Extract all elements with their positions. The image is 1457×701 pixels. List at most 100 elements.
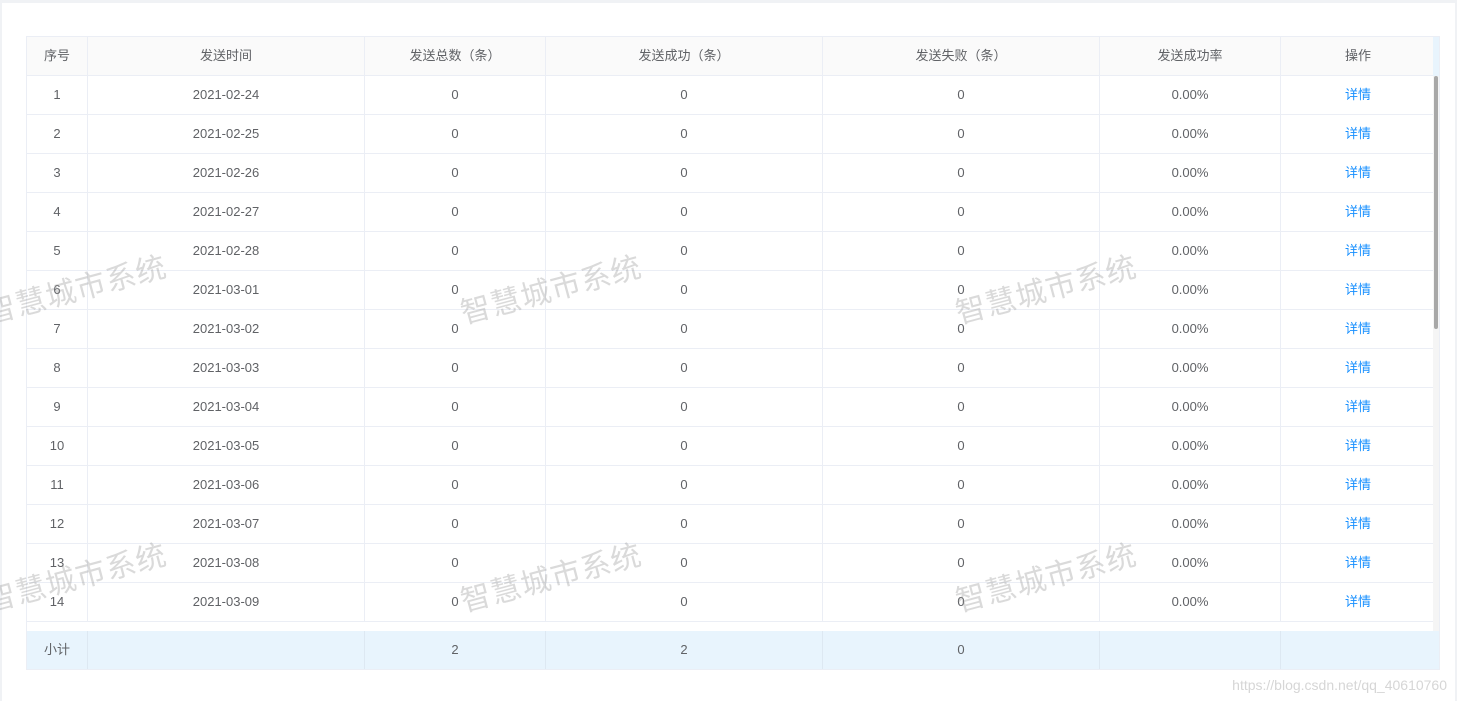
cell-action: 详情: [1281, 505, 1435, 544]
statistics-table: 序号 发送时间 发送总数（条） 发送成功（条） 发送失败（条） 发送成功率 操作…: [26, 36, 1440, 670]
cell-action: 详情: [1281, 115, 1435, 154]
cell-success: 0: [546, 310, 823, 349]
table-row: 5 2021-02-28 0 0 0 0.00% 详情: [27, 232, 1435, 271]
cell-index: 13: [27, 544, 88, 583]
cell-index: 7: [27, 310, 88, 349]
cell-action: 详情: [1281, 232, 1435, 271]
cell-success: 0: [546, 154, 823, 193]
cell-rate: 0.00%: [1100, 76, 1281, 115]
detail-link[interactable]: 详情: [1345, 516, 1371, 531]
detail-link[interactable]: 详情: [1345, 126, 1371, 141]
cell-success: 0: [546, 232, 823, 271]
cell-send-time: 2021-03-09: [88, 583, 365, 622]
cell-success: 0: [546, 505, 823, 544]
cell-fail: 0: [823, 310, 1100, 349]
cell-action: 详情: [1281, 76, 1435, 115]
detail-link[interactable]: 详情: [1345, 282, 1371, 297]
table-row: 13 2021-03-08 0 0 0 0.00% 详情: [27, 544, 1435, 583]
table-row: 9 2021-03-04 0 0 0 0.00% 详情: [27, 388, 1435, 427]
cell-rate: 0.00%: [1100, 193, 1281, 232]
detail-link[interactable]: 详情: [1345, 321, 1371, 336]
cell-rate: 0.00%: [1100, 271, 1281, 310]
detail-link[interactable]: 详情: [1345, 594, 1371, 609]
cell-send-time: 2021-03-05: [88, 427, 365, 466]
cell-action: 详情: [1281, 427, 1435, 466]
header-action: 操作: [1281, 37, 1435, 76]
cell-fail: 0: [823, 505, 1100, 544]
table-row: 1 2021-02-24 0 0 0 0.00% 详情: [27, 76, 1435, 115]
cell-fail: 0: [823, 583, 1100, 622]
cell-fail: 0: [823, 427, 1100, 466]
cell-success: 0: [546, 583, 823, 622]
cell-index: 12: [27, 505, 88, 544]
cell-index: 11: [27, 466, 88, 505]
table-header: 序号 发送时间 发送总数（条） 发送成功（条） 发送失败（条） 发送成功率 操作: [27, 37, 1435, 76]
summary-fail: 0: [823, 631, 1100, 669]
cell-index: 4: [27, 193, 88, 232]
cell-index: 9: [27, 388, 88, 427]
cell-index: 14: [27, 583, 88, 622]
summary-action: [1281, 631, 1439, 669]
cell-send-time: 2021-02-24: [88, 76, 365, 115]
table-row: 7 2021-03-02 0 0 0 0.00% 详情: [27, 310, 1435, 349]
cell-total: 0: [365, 193, 546, 232]
detail-link[interactable]: 详情: [1345, 438, 1371, 453]
cell-action: 详情: [1281, 583, 1435, 622]
detail-link[interactable]: 详情: [1345, 555, 1371, 570]
cell-rate: 0.00%: [1100, 544, 1281, 583]
cell-send-time: 2021-03-06: [88, 466, 365, 505]
cell-total: 0: [365, 310, 546, 349]
cell-send-time: 2021-03-03: [88, 349, 365, 388]
scrollbar-thumb[interactable]: [1434, 76, 1438, 329]
cell-total: 0: [365, 271, 546, 310]
detail-link[interactable]: 详情: [1345, 204, 1371, 219]
content-card: 序号 发送时间 发送总数（条） 发送成功（条） 发送失败（条） 发送成功率 操作…: [2, 3, 1455, 701]
cell-total: 0: [365, 232, 546, 271]
cell-total: 0: [365, 466, 546, 505]
cell-fail: 0: [823, 193, 1100, 232]
header-rate: 发送成功率: [1100, 37, 1281, 76]
cell-success: 0: [546, 466, 823, 505]
header-fail: 发送失败（条）: [823, 37, 1100, 76]
detail-link[interactable]: 详情: [1345, 165, 1371, 180]
table-row: 6 2021-03-01 0 0 0 0.00% 详情: [27, 271, 1435, 310]
source-credit: https://blog.csdn.net/qq_40610760: [1232, 677, 1447, 693]
table-row: 2 2021-02-25 0 0 0 0.00% 详情: [27, 115, 1435, 154]
detail-link[interactable]: 详情: [1345, 243, 1371, 258]
header-total: 发送总数（条）: [365, 37, 546, 76]
detail-link[interactable]: 详情: [1345, 360, 1371, 375]
cell-action: 详情: [1281, 349, 1435, 388]
cell-action: 详情: [1281, 271, 1435, 310]
detail-link[interactable]: 详情: [1345, 87, 1371, 102]
vertical-scrollbar[interactable]: [1433, 76, 1439, 631]
detail-link[interactable]: 详情: [1345, 399, 1371, 414]
cell-action: 详情: [1281, 154, 1435, 193]
cell-total: 0: [365, 427, 546, 466]
cell-total: 0: [365, 388, 546, 427]
cell-success: 0: [546, 76, 823, 115]
cell-total: 0: [365, 544, 546, 583]
table-row: 8 2021-03-03 0 0 0 0.00% 详情: [27, 349, 1435, 388]
cell-fail: 0: [823, 115, 1100, 154]
cell-fail: 0: [823, 154, 1100, 193]
cell-total: 0: [365, 505, 546, 544]
header-gutter: [1433, 37, 1439, 76]
table-row: 14 2021-03-09 0 0 0 0.00% 详情: [27, 583, 1435, 622]
cell-index: 1: [27, 76, 88, 115]
cell-rate: 0.00%: [1100, 466, 1281, 505]
header-send-time: 发送时间: [88, 37, 365, 76]
cell-action: 详情: [1281, 388, 1435, 427]
cell-total: 0: [365, 154, 546, 193]
cell-fail: 0: [823, 349, 1100, 388]
cell-action: 详情: [1281, 193, 1435, 232]
table-row: 3 2021-02-26 0 0 0 0.00% 详情: [27, 154, 1435, 193]
cell-index: 2: [27, 115, 88, 154]
detail-link[interactable]: 详情: [1345, 477, 1371, 492]
cell-success: 0: [546, 193, 823, 232]
cell-action: 详情: [1281, 466, 1435, 505]
cell-rate: 0.00%: [1100, 349, 1281, 388]
cell-total: 0: [365, 349, 546, 388]
cell-index: 6: [27, 271, 88, 310]
cell-rate: 0.00%: [1100, 388, 1281, 427]
cell-action: 详情: [1281, 544, 1435, 583]
